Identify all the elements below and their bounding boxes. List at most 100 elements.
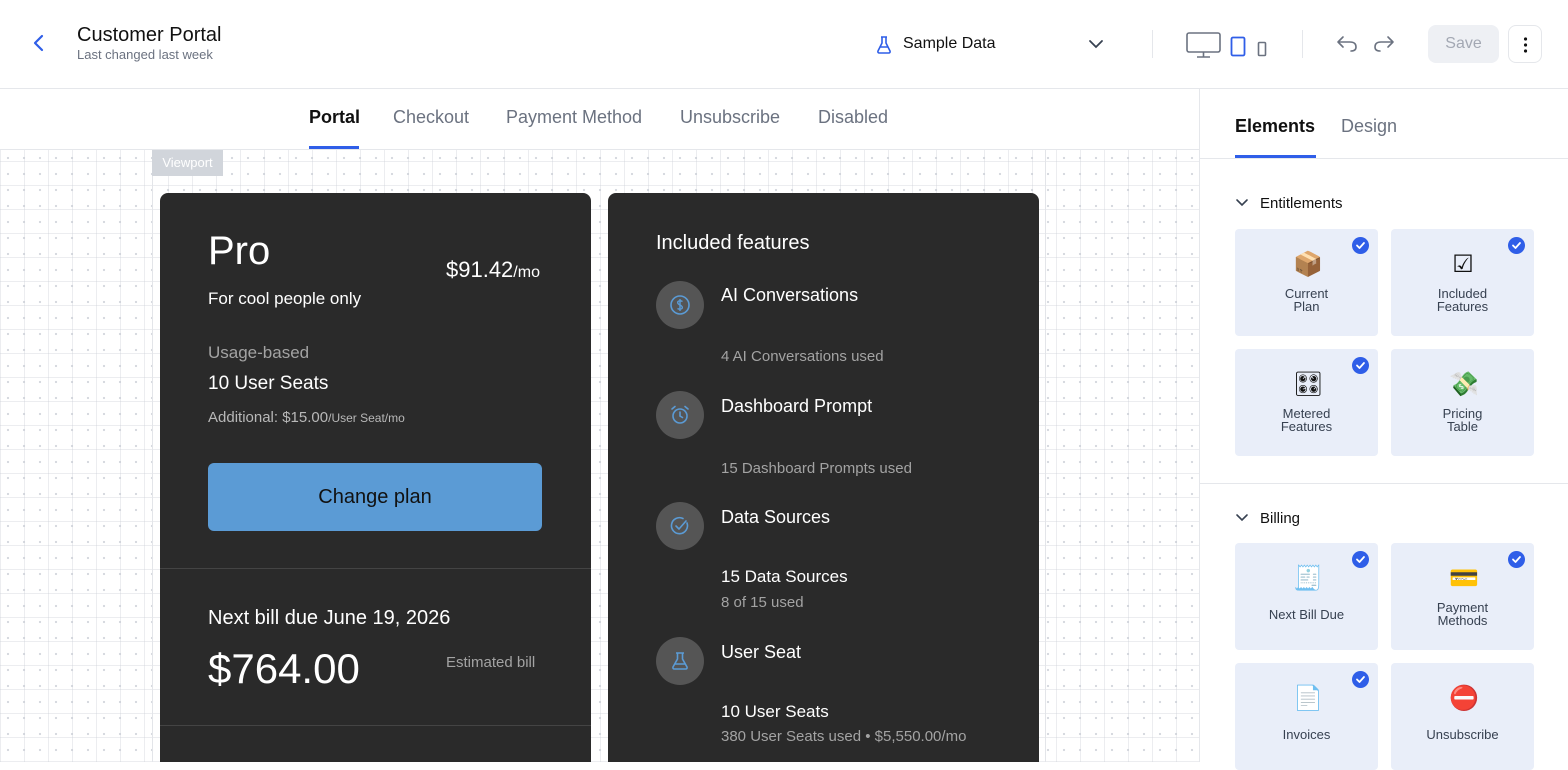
tile-next-bill-due[interactable]: 🧾 Next Bill Due [1235, 543, 1378, 650]
active-tab-indicator [309, 146, 359, 149]
vertical-dots-icon [1523, 37, 1528, 53]
feature-usage: 8 of 15 used [721, 594, 804, 611]
no-entry-icon: ⛔ [1449, 685, 1479, 712]
tile-unsubscribe[interactable]: ⛔ Unsubscribe [1391, 663, 1534, 770]
sample-data-dropdown[interactable]: Sample Data [868, 26, 1114, 62]
tab-payment-method[interactable]: Payment Method [506, 107, 642, 128]
feature-name: User Seat [721, 642, 802, 662]
feature-name: Dashboard Prompt [721, 396, 873, 416]
section-title: Entitlements [1260, 195, 1343, 212]
tile-label: Payment Methods [1436, 600, 1489, 628]
flask-icon [877, 36, 891, 54]
feature-icon-badge [656, 281, 704, 329]
additional-price-amount: Additional: $15.00 [208, 409, 329, 426]
tab-portal[interactable]: Portal [309, 107, 360, 128]
additional-price: Additional: $15.00/User Seat/mo [208, 409, 405, 426]
tab-design[interactable]: Design [1341, 116, 1397, 137]
included-features-card: Included features AI Conversations 4 AI … [608, 193, 1039, 762]
desktop-icon[interactable] [1186, 32, 1221, 58]
package-icon: 📦 [1293, 251, 1323, 278]
tab-unsubscribe[interactable]: Unsubscribe [680, 107, 780, 128]
tile-label: Invoices [1282, 727, 1331, 742]
feature-name: Data Sources [721, 507, 831, 527]
right-panel: Elements Design Entitlements 📦 Current Pl… [1199, 89, 1568, 770]
section-title: Billing [1260, 510, 1301, 527]
plan-price-unit: /mo [513, 264, 540, 281]
feature-icon-badge [656, 637, 704, 685]
checked-icon [1352, 237, 1369, 254]
plan-name: Pro [208, 229, 271, 273]
tile-current-plan[interactable]: 📦 Current Plan [1235, 229, 1378, 336]
check-circle-icon [670, 516, 689, 535]
undo-icon[interactable] [1336, 34, 1358, 54]
usage-type: Usage-based [208, 343, 310, 362]
top-bar: Customer Portal Last changed last week S… [0, 0, 1568, 89]
plan-price: $91.42/mo [446, 257, 540, 283]
divider [160, 568, 591, 569]
tile-label: Current Plan [1284, 286, 1329, 314]
document-icon: 📄 [1293, 685, 1323, 712]
divider [1302, 30, 1303, 58]
feature-usage: 15 Dashboard Prompts used [721, 460, 912, 477]
feature-usage: 4 AI Conversations used [721, 348, 884, 365]
credit-card-icon: 💳 [1449, 565, 1479, 592]
seat-count: 10 User Seats [208, 373, 329, 394]
mobile-icon[interactable] [1257, 41, 1267, 57]
tile-label: Included Features [1436, 286, 1489, 314]
sample-data-label: Sample Data [903, 35, 996, 52]
receipt-icon: 🧾 [1293, 565, 1323, 592]
feature-name: AI Conversations [721, 285, 859, 305]
divider [1200, 483, 1568, 484]
divider [160, 725, 591, 726]
additional-price-unit: /User Seat/mo [328, 411, 405, 425]
alarm-icon [671, 405, 689, 424]
tile-label: Unsubscribe [1426, 727, 1499, 742]
viewport-label: Viewport [152, 150, 223, 176]
included-features-title: Included features [656, 232, 810, 254]
checked-icon [1352, 357, 1369, 374]
tile-payment-methods[interactable]: 💳 Payment Methods [1391, 543, 1534, 650]
checked-icon [1352, 551, 1369, 568]
tile-metered-features[interactable]: 🎛 Metered Features [1235, 349, 1378, 456]
page-title: Customer Portal [77, 24, 222, 46]
change-plan-button[interactable]: Change plan [208, 463, 542, 531]
next-bill-date: Next bill due June 19, 2026 [208, 607, 451, 629]
bill-amount: $764.00 [208, 645, 360, 692]
redo-icon[interactable] [1373, 34, 1395, 54]
back-arrow-icon[interactable] [26, 30, 52, 56]
chevron-down-icon [1089, 40, 1103, 49]
last-changed-text: Last changed last week [77, 47, 213, 62]
divider [1200, 158, 1568, 159]
tile-label: Metered Features [1280, 406, 1333, 434]
feature-icon-badge [656, 391, 704, 439]
tile-included-features[interactable]: ☑ Included Features [1391, 229, 1534, 336]
dollar-icon [670, 295, 690, 315]
tile-label: Next Bill Due [1268, 607, 1345, 622]
tablet-icon[interactable] [1230, 36, 1246, 57]
divider [1152, 30, 1153, 58]
plan-price-amount: $91.42 [446, 257, 514, 282]
tab-checkout[interactable]: Checkout [393, 107, 469, 128]
tile-pricing-table[interactable]: 💸 Pricing Table [1391, 349, 1534, 456]
portal-tabs: Portal Checkout Payment Method Unsubscri… [0, 89, 1199, 150]
feature-value: 10 User Seats [721, 702, 829, 721]
checked-icon [1508, 237, 1525, 254]
tab-elements[interactable]: Elements [1235, 116, 1315, 137]
money-icon: 💸 [1449, 371, 1479, 398]
tile-label: Pricing Table [1442, 406, 1483, 434]
tab-disabled[interactable]: Disabled [818, 107, 888, 128]
preview-canvas: Viewport Pro $91.42/mo For cool people o… [0, 150, 1199, 762]
flask-icon [672, 652, 688, 670]
checked-icon [1508, 551, 1525, 568]
current-plan-card: Pro $91.42/mo For cool people only Usage… [160, 193, 591, 762]
feature-usage: 380 User Seats used • $5,550.00/mo [721, 728, 967, 745]
checked-icon [1352, 671, 1369, 688]
feature-value: 15 Data Sources [721, 567, 848, 586]
tile-invoices[interactable]: 📄 Invoices [1235, 663, 1378, 770]
save-button[interactable]: Save [1428, 25, 1499, 63]
chevron-down-icon [1236, 514, 1248, 522]
feature-icon-badge [656, 502, 704, 550]
more-options-button[interactable] [1508, 25, 1542, 63]
dial-icon: 🎛 [1293, 371, 1324, 398]
checkbox-icon: ☑ [1452, 251, 1474, 278]
